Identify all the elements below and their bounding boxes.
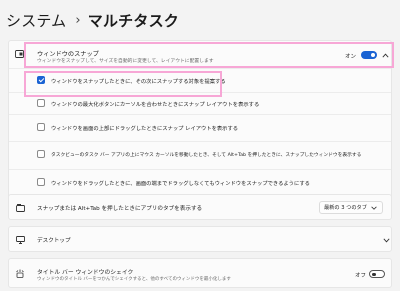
shake-subtitle: ウィンドウのタイトル バーをつかんでシェイクすると、他のすべてのウィンドウを最小… <box>37 277 231 282</box>
snap-window-icon <box>15 50 24 58</box>
chevron-down-icon[interactable] <box>383 238 390 243</box>
title-bar-shake-card: タイトル バー ウィンドウのシェイク ウィンドウのタイトル バーをつかんでシェイ… <box>8 258 392 288</box>
snap-windows-subtitle: ウィンドウをスナップして、サイズを自動的に変更して、レイアウトに配置します <box>37 59 214 64</box>
snap-option-label: ウィンドウをスナップしたときに、その次にスナップする対象を提案する <box>51 79 226 85</box>
snap-option-label: タスクビューのタスク バー アプリの上にマウス カーソルを移動したとき、そして … <box>51 153 362 158</box>
chevron-down-icon <box>371 206 377 210</box>
snap-option-row[interactable]: ウィンドウを画面の上部にドラッグしたときにスナップ レイアウトを表示する <box>9 114 391 141</box>
shake-status: オフ <box>355 273 367 279</box>
snap-option-checkbox[interactable] <box>37 76 45 84</box>
snap-option-label: ウィンドウをドラッグしたときに、画面の端までドラッグしなくてもウィンドウをスナッ… <box>51 181 310 187</box>
snap-windows-status: オン <box>345 54 357 60</box>
shake-toggle[interactable] <box>369 270 385 278</box>
breadcrumb-parent[interactable]: システム <box>6 10 66 31</box>
snap-option-row[interactable]: ウィンドウをドラッグしたときに、画面の端までドラッグしなくてもウィンドウをスナッ… <box>9 169 391 197</box>
snap-option-row[interactable]: ウィンドウの最大化ボタンにカーソルを合わせたときにスナップ レイアウトを表示する <box>9 92 391 114</box>
chevron-up-icon[interactable] <box>382 53 389 58</box>
desktop-icon <box>16 236 25 244</box>
shake-title: タイトル バー ウィンドウのシェイク <box>37 270 134 276</box>
snap-windows-header[interactable]: ウィンドウのスナップ ウィンドウをスナップして、サイズを自動的に変更して、レイア… <box>9 41 391 67</box>
tabs-icon <box>16 204 25 212</box>
snap-option-checkbox[interactable] <box>37 123 45 131</box>
snap-windows-card: ウィンドウのスナップ ウィンドウをスナップして、サイズを自動的に変更して、レイア… <box>8 40 392 200</box>
snap-option-checkbox[interactable] <box>37 150 45 158</box>
snap-windows-toggle[interactable] <box>361 51 377 59</box>
alt-tab-title: スナップまたは Alt+Tab を押したときにアプリのタブを表示する <box>37 206 203 212</box>
snap-option-checkbox[interactable] <box>37 178 45 186</box>
desktop-title: デスクトップ <box>37 238 71 244</box>
snap-option-row[interactable]: タスクビューのタスク バー アプリの上にマウス カーソルを移動したとき、そして … <box>9 141 391 169</box>
snap-option-label: ウィンドウの最大化ボタンにカーソルを合わせたときにスナップ レイアウトを表示する <box>51 102 260 108</box>
alt-tab-card: スナップまたは Alt+Tab を押したときにアプリのタブを表示する 最新の 3… <box>8 194 392 220</box>
breadcrumb-separator: › <box>75 12 81 28</box>
shake-icon <box>16 269 24 278</box>
snap-option-row[interactable]: ウィンドウをスナップしたときに、その次にスナップする対象を提案する <box>9 68 391 92</box>
page-title: マルチタスク <box>87 11 179 30</box>
alt-tab-dropdown-value: 最新の 3 つのタブ <box>324 205 367 211</box>
desktop-card[interactable]: デスクトップ <box>8 226 392 252</box>
breadcrumb: システム › マルチタスク <box>6 8 179 32</box>
snap-option-label: ウィンドウを画面の上部にドラッグしたときにスナップ レイアウトを表示する <box>51 126 239 132</box>
snap-option-checkbox[interactable] <box>37 99 45 107</box>
alt-tab-dropdown[interactable]: 最新の 3 つのタブ <box>319 201 383 214</box>
